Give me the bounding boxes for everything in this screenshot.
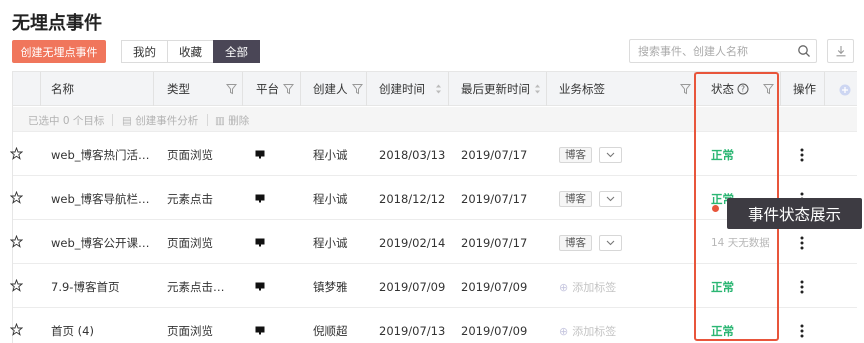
more-icon[interactable] [800, 324, 804, 338]
monitor-icon [255, 238, 265, 247]
download-button[interactable] [827, 39, 854, 63]
filter-icon[interactable] [680, 83, 691, 95]
chevron-down-icon [606, 240, 615, 245]
sort-icon[interactable] [433, 83, 444, 95]
annotation-callout: 事件状态展示 [727, 198, 862, 229]
creator: 程小诚 [313, 235, 348, 250]
more-actions[interactable] [800, 265, 804, 308]
created-date: 2019/02/14 [379, 235, 446, 250]
created-date: 2018/12/12 [379, 191, 446, 206]
header-checkbox-col [13, 72, 41, 106]
page-title: 无埋点事件 [12, 13, 102, 34]
creator: 倪顺超 [313, 323, 348, 338]
more-icon[interactable] [800, 148, 804, 162]
created-date: 2019/07/09 [379, 279, 446, 294]
creator: 镇梦雅 [313, 279, 348, 294]
header-platform[interactable]: 平台 [243, 72, 301, 106]
platform-cell [255, 309, 265, 343]
event-type: 页面浏览 [167, 147, 213, 162]
tags-cell: 博客 [559, 133, 622, 176]
monitor-icon [255, 326, 265, 335]
header-creator[interactable]: 创建人 [301, 72, 367, 106]
event-type: 页面浏览 [167, 323, 213, 338]
chevron-down-icon [606, 196, 615, 201]
filter-icon[interactable] [226, 83, 237, 95]
selected-count: 已选中 0 个目标 [28, 115, 105, 127]
more-icon[interactable] [800, 236, 804, 250]
segment-mine[interactable]: 我的 [121, 40, 168, 63]
star-icon[interactable] [10, 323, 23, 336]
create-event-button[interactable]: 创建无埋点事件 [12, 40, 106, 63]
event-type: 页面浏览 [167, 235, 213, 250]
platform-cell [255, 265, 265, 308]
segment-all[interactable]: 全部 [213, 40, 260, 63]
plus-icon: ⊕ [559, 324, 569, 338]
platform-cell [255, 133, 265, 176]
tag-badge[interactable]: 博客 [559, 146, 592, 163]
star-icon[interactable] [10, 147, 23, 160]
tag-dropdown[interactable] [599, 190, 622, 207]
header-updated[interactable]: 最后更新时间 [449, 72, 547, 106]
star-icon[interactable] [10, 279, 23, 292]
header-type[interactable]: 类型 [154, 72, 243, 106]
event-type: 元素点击… [167, 279, 225, 294]
created-date: 2018/03/13 [379, 147, 446, 162]
header-name: 名称 [41, 72, 154, 106]
segment-favorites[interactable]: 收藏 [167, 40, 214, 63]
more-icon[interactable] [800, 280, 804, 294]
tag-dropdown[interactable] [599, 234, 622, 251]
more-actions[interactable] [800, 133, 804, 176]
event-name[interactable]: web_博客热门活… [51, 133, 150, 176]
chevron-down-icon [606, 152, 615, 157]
filter-segment: 我的 收藏 全部 [121, 40, 260, 63]
delete-action[interactable]: ▥ 删除 [215, 113, 249, 128]
tags-cell: 博客 [559, 221, 622, 264]
download-icon [836, 46, 845, 57]
filter-icon[interactable] [352, 83, 363, 95]
event-name[interactable]: 首页 (4) [51, 309, 94, 343]
platform-cell [255, 221, 265, 264]
analyze-action[interactable]: ▤ 创建事件分析 [122, 113, 198, 128]
star-icon[interactable] [10, 191, 23, 204]
tags-cell: ⊕ 添加标签 [559, 309, 616, 343]
event-type: 元素点击 [167, 191, 213, 206]
tag-badge[interactable]: 博客 [559, 190, 592, 207]
creator: 程小诚 [313, 147, 348, 162]
updated-date: 2019/07/17 [461, 191, 528, 206]
header-created[interactable]: 创建时间 [367, 72, 449, 106]
star-icon[interactable] [10, 235, 23, 248]
monitor-icon [255, 194, 265, 203]
divider [112, 114, 113, 126]
search-box [629, 39, 817, 63]
tag-dropdown[interactable] [599, 146, 622, 163]
tag-badge[interactable]: 博客 [559, 234, 592, 251]
header-tags[interactable]: 业务标签 [547, 72, 695, 106]
plus-icon: ⊕ [559, 280, 569, 294]
search-icon[interactable] [797, 44, 811, 58]
filter-icon[interactable] [283, 83, 294, 95]
annotation-dot [712, 205, 719, 212]
add-tag-button[interactable]: ⊕ 添加标签 [559, 279, 616, 295]
monitor-icon [255, 150, 265, 159]
event-name[interactable]: web_博客导航栏… [51, 177, 150, 220]
event-name[interactable]: web_博客公开课… [51, 221, 150, 264]
divider [207, 114, 208, 126]
created-date: 2019/07/13 [379, 323, 446, 338]
add-column-icon[interactable] [839, 84, 851, 96]
search-input[interactable] [630, 40, 790, 62]
sort-icon[interactable] [532, 83, 543, 95]
monitor-icon [255, 282, 265, 291]
platform-cell [255, 177, 265, 220]
updated-date: 2019/07/09 [461, 279, 528, 294]
add-tag-button[interactable]: ⊕ 添加标签 [559, 323, 616, 339]
more-actions[interactable] [800, 309, 804, 343]
tags-cell: ⊕ 添加标签 [559, 265, 616, 308]
updated-date: 2019/07/17 [461, 147, 528, 162]
header-actions: 操作 [781, 72, 825, 106]
creator: 程小诚 [313, 191, 348, 206]
updated-date: 2019/07/17 [461, 235, 528, 250]
updated-date: 2019/07/09 [461, 323, 528, 338]
event-name[interactable]: 7.9-博客首页 [51, 265, 119, 308]
tags-cell: 博客 [559, 177, 622, 220]
